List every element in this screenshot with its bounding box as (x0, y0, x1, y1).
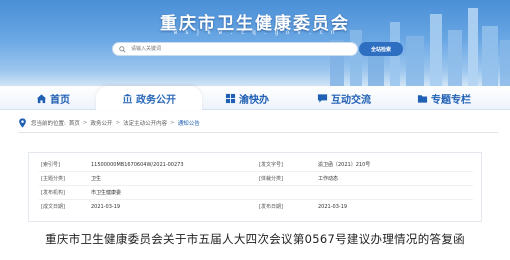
topic-value: 卫生 (91, 176, 102, 182)
main-nav: 首页 政务公开 渝快办 互动交流 专题专栏 (0, 86, 510, 110)
nav-item-gov-affairs[interactable]: 政务公开 (96, 86, 202, 110)
breadcrumb-prefix: 您当前的位置: (31, 121, 66, 127)
metadata-row: [发布机构] 市卫生健康委 (29, 186, 483, 199)
search-icon (119, 45, 126, 53)
nav-item-special-topics[interactable]: 专题专栏 (404, 86, 484, 110)
created-date-value: 2021-03-19 (91, 203, 121, 210)
search-box[interactable] (112, 42, 358, 56)
breadcrumb-separator: > (170, 120, 175, 126)
nav-item-label: 专题专栏 (431, 94, 471, 106)
nav-item-label: 渝快办 (239, 94, 269, 106)
created-date-label: [成文日期] (41, 204, 65, 210)
genre-value: 工作动态 (318, 176, 339, 182)
nav-item-label: 首页 (50, 94, 70, 106)
breadcrumb-divider (18, 132, 498, 133)
doc-number-value: 渝卫函〔2021〕210号 (318, 162, 371, 168)
breadcrumb-separator: > (115, 120, 121, 126)
home-icon (36, 93, 47, 103)
breadcrumb-separator: > (82, 120, 88, 126)
index-value: 11500000MB1670604W/2021-00273 (91, 161, 184, 168)
index-label: [索引号] (41, 162, 60, 168)
breadcrumb-link-statutory-disclosure[interactable]: 法定主动公开内容 (123, 119, 167, 127)
published-date-label: [发布日期] (259, 204, 283, 210)
folder-icon (417, 94, 428, 103)
search-input[interactable] (131, 44, 331, 54)
genre-label: [体裁分类] (259, 176, 283, 182)
location-pin-icon (19, 118, 26, 128)
chat-icon (317, 93, 328, 103)
breadcrumb-link-home[interactable]: 首页 (69, 119, 80, 127)
grid-icon (225, 93, 236, 103)
site-search-button[interactable]: 全站检索 (359, 42, 403, 56)
breadcrumb: 您当前的位置: 首页 > 政务公开 > 法定主动公开内容 > 通知公告 (18, 115, 200, 131)
nav-item-label: 互动交流 (331, 94, 371, 106)
government-building-icon (122, 93, 133, 103)
document-metadata-table: [索引号] 11500000MB1670604W/2021-00273 [发文字… (28, 152, 482, 222)
nav-item-yukuaiban[interactable]: 渝快办 (212, 86, 282, 110)
nav-item-interaction[interactable]: 互动交流 (306, 86, 382, 110)
published-date-value: 2021-03-19 (318, 203, 348, 210)
issuer-value: 市卫生健康委 (91, 190, 122, 196)
metadata-row: [索引号] 11500000MB1670604W/2021-00273 [发文字… (29, 158, 483, 171)
metadata-row: [主题分类] 卫生 [体裁分类] 工作动态 (29, 172, 483, 185)
document-title: 重庆市卫生健康委员会关于市五届人大四次会议第0567号建议办理情况的答复函 (45, 232, 465, 246)
site-domain: w s j k w . c q . g o v . c n (173, 29, 337, 36)
metadata-row: [成文日期] 2021-03-19 [发布日期] 2021-03-19 (29, 200, 483, 213)
nav-item-label: 政务公开 (136, 94, 176, 106)
doc-number-label: [发文字号] (259, 162, 283, 168)
nav-item-home[interactable]: 首页 (20, 86, 86, 110)
header-banner: 重庆市卫生健康委员会 w s j k w . c q . g o v . c n… (0, 0, 510, 88)
issuer-label: [发布机构] (41, 190, 65, 196)
topic-label: [主题分类] (41, 176, 65, 182)
breadcrumb-link-gov-affairs[interactable]: 政务公开 (90, 119, 112, 127)
breadcrumb-link-notices[interactable]: 通知公告 (178, 119, 200, 127)
